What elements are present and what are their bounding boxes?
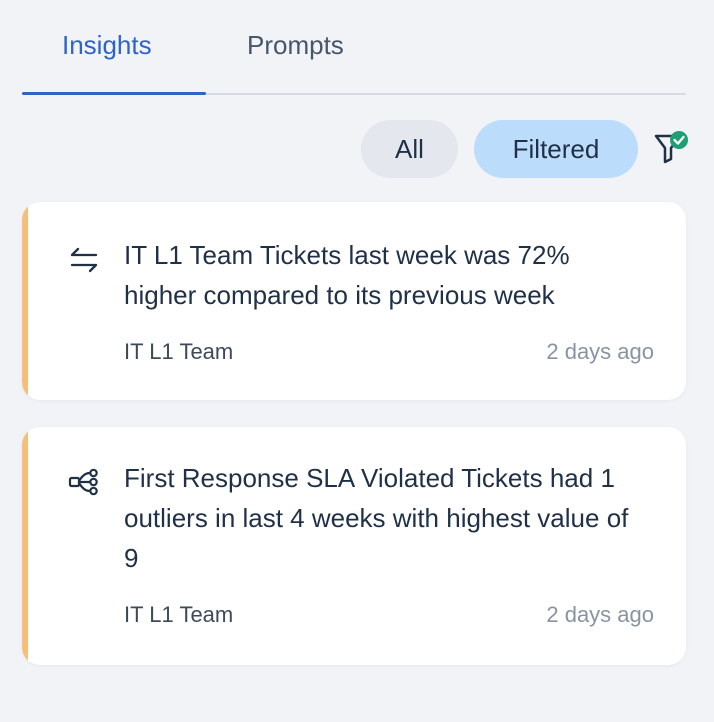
insight-card[interactable]: First Response SLA Violated Tickets had …: [22, 427, 686, 665]
insight-title: First Response SLA Violated Tickets had …: [124, 463, 629, 573]
funnel-check-icon[interactable]: [652, 128, 692, 168]
tab-bar: Insights Prompts: [22, 0, 686, 95]
insight-source: IT L1 Team: [124, 339, 234, 364]
filter-filtered-button[interactable]: Filtered: [474, 120, 638, 178]
tab-insights[interactable]: Insights: [62, 30, 152, 61]
insight-title: IT L1 Team Tickets last week was 72% hig…: [124, 240, 570, 310]
insight-source: IT L1 Team: [124, 602, 234, 627]
outliers-icon: [68, 468, 98, 496]
tab-prompts[interactable]: Prompts: [247, 30, 344, 61]
compare-arrows-icon: [70, 247, 98, 273]
filter-bar: All Filtered: [0, 120, 714, 178]
insight-card[interactable]: IT L1 Team Tickets last week was 72% hig…: [22, 202, 686, 400]
active-tab-indicator: [22, 92, 206, 95]
insight-timestamp: 2 days ago: [546, 339, 654, 364]
insight-timestamp: 2 days ago: [546, 602, 654, 627]
filter-all-button[interactable]: All: [361, 120, 458, 178]
